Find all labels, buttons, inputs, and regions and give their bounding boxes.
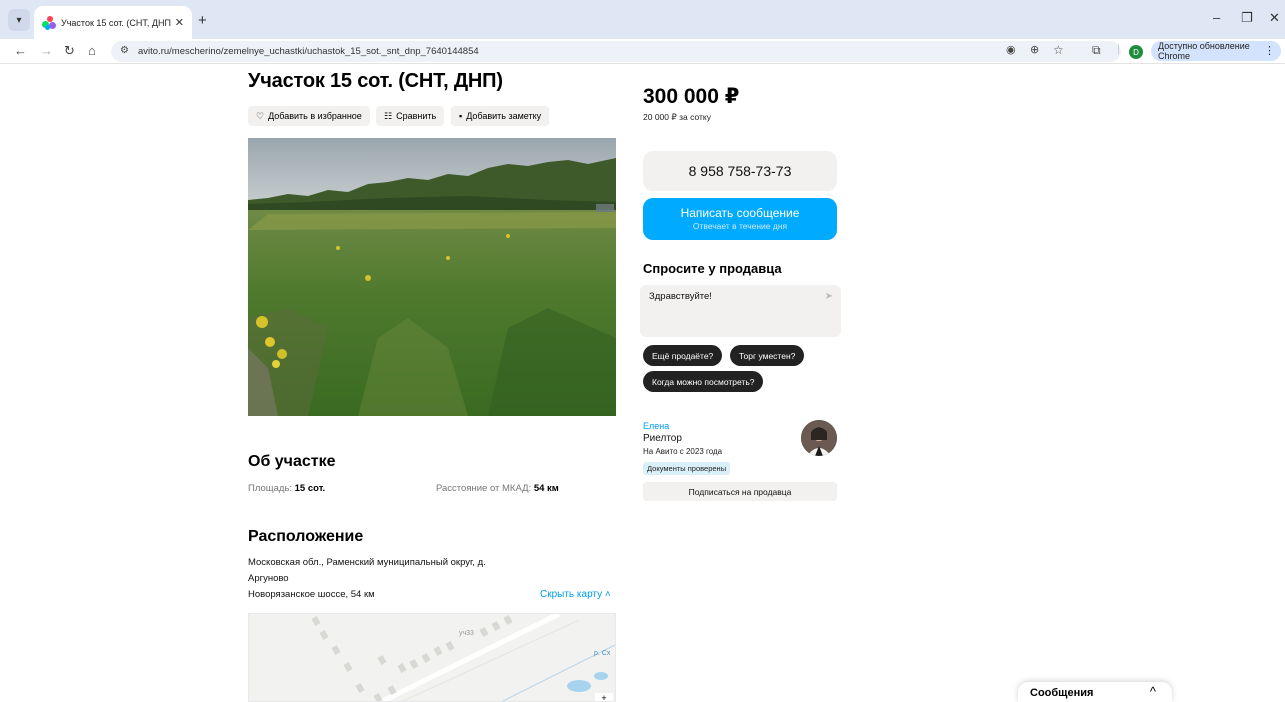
- seller-avatar[interactable]: [801, 420, 837, 456]
- quick-question-viewing[interactable]: Когда можно посмотреть?: [643, 371, 764, 392]
- about-title: Об участке: [248, 453, 336, 470]
- chevron-up-icon: ˄: [602, 589, 611, 600]
- send-icon[interactable]: ➤: [825, 291, 833, 302]
- mkad-label: Расстояние от МКАД:: [436, 483, 534, 494]
- location-title: Расположение: [248, 528, 364, 545]
- eye-off-icon[interactable]: ◉: [1006, 43, 1016, 56]
- listing-photo[interactable]: [248, 138, 616, 416]
- back-icon[interactable]: ←: [14, 43, 27, 58]
- response-time-label: Отвечает в течение дня: [692, 221, 788, 231]
- menu-icon[interactable]: ⋮: [1264, 44, 1275, 57]
- map-river-label: р. Сх: [594, 650, 611, 657]
- area-label: Площадь:: [248, 483, 295, 494]
- address-line-1: Московская обл., Раменский муниципальный…: [248, 557, 486, 568]
- reload-icon[interactable]: ↻: [64, 43, 75, 59]
- address-bar[interactable]: ⚙ avito.ru/mescherino/zemelnye_uchastki/…: [111, 41, 1121, 62]
- seller-name-link[interactable]: Елена: [643, 421, 669, 431]
- highway-info: Новорязанское шоссе, 54 км: [248, 589, 375, 600]
- area-param: Площадь: 15 сот.: [248, 483, 325, 494]
- quick-question-still-selling[interactable]: Ещё продаёте?: [643, 345, 723, 366]
- home-icon[interactable]: ⌂: [88, 43, 96, 58]
- seller-since: На Авито с 2023 года: [643, 447, 723, 456]
- quick-question-bargain[interactable]: Торг уместен?: [730, 345, 805, 366]
- browser-nav-bar: ← → ↻ ⌂ ⚙ avito.ru/mescherino/zemelnye_u…: [0, 39, 1285, 64]
- address-line-2: Аргуново: [248, 573, 289, 584]
- minimize-icon[interactable]: –: [1213, 10, 1220, 25]
- area-value: 15 сот.: [294, 483, 326, 494]
- price: 300 000 ₽: [643, 85, 740, 108]
- add-note-label: Добавить заметку: [466, 111, 542, 121]
- add-favorite-label: Добавить в избранное: [268, 111, 362, 121]
- update-label: Доступно обновление Chrome: [1158, 41, 1250, 61]
- location-map[interactable]: уч33 р. Сх +: [248, 613, 616, 702]
- avito-favicon-icon: [42, 15, 56, 30]
- messages-widget[interactable]: Сообщения ^: [1018, 682, 1172, 702]
- hide-map-link[interactable]: Скрыть карту ˄: [540, 589, 611, 600]
- chevron-up-icon[interactable]: ^: [1150, 684, 1156, 699]
- mkad-param: Расстояние от МКАД: 54 км: [436, 483, 559, 494]
- chrome-update-button[interactable]: Доступно обновление Chrome ⋮: [1151, 41, 1281, 61]
- close-window-icon[interactable]: ✕: [1269, 10, 1280, 26]
- messages-label: Сообщения: [1030, 687, 1094, 699]
- profile-avatar[interactable]: D: [1129, 45, 1143, 59]
- note-icon: ▪: [459, 111, 463, 121]
- subscribe-seller-button[interactable]: Подписаться на продавца: [643, 482, 837, 501]
- mkad-value: 54 км: [533, 483, 559, 494]
- toolbar-divider: |: [1117, 43, 1120, 55]
- compare-label: Сравнить: [396, 111, 437, 121]
- compare-button[interactable]: ☷ Сравнить: [376, 106, 445, 126]
- field-photo-image: [248, 138, 616, 416]
- seller-photo: [801, 420, 837, 456]
- ask-seller-title: Спросите у продавца: [643, 261, 782, 276]
- write-message-button[interactable]: Написать сообщение Отвечает в течение дн…: [643, 198, 837, 240]
- heart-icon: ♡: [256, 110, 265, 121]
- extensions-icon[interactable]: ⧉: [1092, 43, 1101, 58]
- add-favorite-button[interactable]: ♡ Добавить в избранное: [248, 106, 370, 126]
- add-note-button[interactable]: ▪ Добавить заметку: [451, 106, 550, 126]
- map-zoom-in-button[interactable]: +: [595, 693, 613, 701]
- restore-icon[interactable]: ❐: [1241, 10, 1253, 26]
- price-per-sotka: 20 000 ₽ за сотку: [643, 112, 711, 122]
- hide-map-label: Скрыть карту: [540, 589, 603, 600]
- bookmark-star-icon[interactable]: ☆: [1053, 43, 1064, 57]
- forward-icon[interactable]: →: [40, 43, 53, 58]
- listing-title: Участок 15 сот. (СНТ, ДНП): [248, 70, 503, 92]
- site-settings-icon[interactable]: ⚙: [120, 45, 129, 56]
- ask-input-text[interactable]: Здравствуйте!: [649, 291, 712, 302]
- browser-tab-bar: ▾ Участок 15 сот. (СНТ, ДНП) на ✕ + – ❐ …: [0, 0, 1285, 39]
- map-tiles: [311, 614, 615, 701]
- url-text[interactable]: avito.ru/mescherino/zemelnye_uchastki/uc…: [138, 46, 479, 57]
- ask-seller-input[interactable]: Здравствуйте! ➤: [640, 285, 841, 337]
- map-label: уч33: [459, 630, 474, 637]
- new-tab-button[interactable]: +: [198, 12, 207, 29]
- documents-verified-badge: Документы проверены: [643, 462, 731, 475]
- compare-icon: ☷: [384, 110, 393, 121]
- show-phone-button[interactable]: 8 958 758-73-73: [643, 151, 837, 191]
- tab-search-icon[interactable]: ▾: [8, 9, 30, 31]
- tab-title: Участок 15 сот. (СНТ, ДНП) на: [61, 17, 171, 28]
- seller-role: Риелтор: [643, 433, 682, 444]
- browser-tab[interactable]: Участок 15 сот. (СНТ, ДНП) на ✕: [34, 6, 192, 39]
- tab-close-icon[interactable]: ✕: [175, 16, 184, 29]
- write-message-label: Написать сообщение: [680, 206, 800, 220]
- zoom-icon[interactable]: ⊕: [1030, 43, 1039, 56]
